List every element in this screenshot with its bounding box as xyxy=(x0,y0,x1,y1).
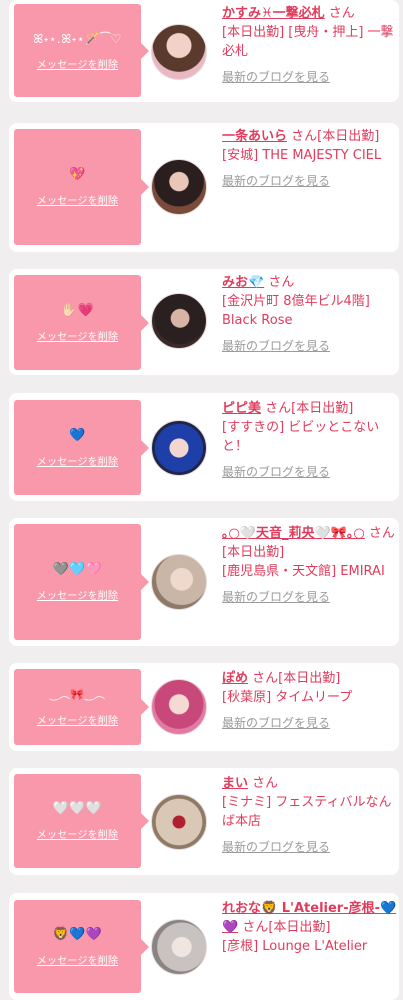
avatar[interactable] xyxy=(151,420,207,476)
shop-info: [秋葉原] タイムリープ xyxy=(222,690,353,705)
cast-name-link[interactable]: 一条あいら xyxy=(222,129,287,144)
message-bubble: 🦁💙💜 メッセージを削除 xyxy=(14,900,149,993)
message-card: 💙 メッセージを削除 ピピ美 さん[本日出勤] [すすきの] ビビッとこないと！… xyxy=(9,393,399,501)
message-bubble: 🤍🤍🤍 メッセージを削除 xyxy=(14,774,149,868)
message-bubble: 💙 メッセージを削除 xyxy=(14,400,149,495)
message-text: 💖 xyxy=(69,167,86,182)
message-bubble: 🩶🩵🩷 メッセージを削除 xyxy=(14,524,149,640)
latest-blog-link[interactable]: 最新のブログを見る xyxy=(222,172,398,191)
delete-message-link[interactable]: メッセージを削除 xyxy=(37,952,118,967)
delete-message-link[interactable]: メッセージを削除 xyxy=(37,192,118,207)
message-card: 🩶🩵🩷 メッセージを削除 ｡○🤍天音_莉央🤍🎀｡○ さん[本日出勤] [鹿児島県… xyxy=(9,518,399,646)
honorific: さん[本日出勤] xyxy=(252,671,341,686)
latest-blog-link[interactable]: 最新のブログを見る xyxy=(222,68,398,87)
message-card: 🤍🤍🤍 メッセージを削除 まい さん [ミナミ] フェスティバルなんば本店 最新… xyxy=(9,768,399,875)
latest-blog-link[interactable]: 最新のブログを見る xyxy=(222,463,398,482)
message-card: ꕤ˖⋆.ꕤ˖⋆🪄⁀♡ メッセージを削除 かすみ♓一撃必札 さん [本日出勤] [… xyxy=(9,0,399,102)
cast-name-link[interactable]: ピピ美 xyxy=(222,401,261,416)
message-card: 🦁💙💜 メッセージを削除 れおな🦁 L'Atelier-彦根-💙💜 さん[本日出… xyxy=(9,893,399,1000)
message-card: 💖 メッセージを削除 一条あいら さん[本日出勤] [安城] THE MAJES… xyxy=(9,123,399,252)
shop-info: [安城] THE MAJESTY CIEL xyxy=(222,148,382,163)
avatar[interactable] xyxy=(151,794,207,850)
avatar[interactable] xyxy=(151,293,207,349)
latest-blog-link[interactable]: 最新のブログを見る xyxy=(222,588,398,607)
cast-name-link[interactable]: ｡○🤍天音_莉央🤍🎀｡○ xyxy=(222,526,365,541)
card-info: れおな🦁 L'Atelier-彦根-💙💜 さん[本日出勤] [彦根] Loung… xyxy=(222,899,398,956)
message-text: ‿︵🎀‿︵ xyxy=(49,688,106,701)
message-card: ‿︵🎀‿︵ メッセージを削除 ぽめ さん[本日出勤] [秋葉原] タイムリープ … xyxy=(9,663,399,751)
latest-blog-link[interactable]: 最新のブログを見る xyxy=(222,337,398,356)
message-bubble: ꕤ˖⋆.ꕤ˖⋆🪄⁀♡ メッセージを削除 xyxy=(14,4,149,97)
delete-message-link[interactable]: メッセージを削除 xyxy=(37,712,118,727)
message-text: 🤍🤍🤍 xyxy=(52,801,103,816)
delete-message-link[interactable]: メッセージを削除 xyxy=(37,587,118,602)
card-info: ぽめ さん[本日出勤] [秋葉原] タイムリープ 最新のブログを見る xyxy=(222,669,398,733)
card-info: ピピ美 さん[本日出勤] [すすきの] ビビッとこないと！ 最新のブログを見る xyxy=(222,399,398,482)
shop-info: [ミナミ] フェスティバルなんば本店 xyxy=(222,795,392,829)
message-text: 🩶🩵🩷 xyxy=(52,562,103,577)
cast-name-link[interactable]: みお💎 xyxy=(222,275,264,290)
honorific: さん[本日出勤] xyxy=(291,129,380,144)
message-text: ꕤ˖⋆.ꕤ˖⋆🪄⁀♡ xyxy=(33,31,122,46)
message-text: 💙 xyxy=(69,427,86,443)
avatar[interactable] xyxy=(151,679,207,735)
delete-message-link[interactable]: メッセージを削除 xyxy=(37,453,118,468)
message-bubble: ‿︵🎀‿︵ メッセージを削除 xyxy=(14,669,149,745)
honorific: さん xyxy=(328,6,355,21)
honorific: さん xyxy=(268,275,295,290)
honorific: さん[本日出勤] xyxy=(265,401,354,416)
card-info: みお💎 さん [金沢片町 8億年ビル4階] Black Rose 最新のブログを… xyxy=(222,273,398,356)
message-text: 🦁💙💜 xyxy=(52,926,103,942)
card-info: かすみ♓一撃必札 さん [本日出勤] [曳舟・押上] 一撃必札 最新のブログを見… xyxy=(222,4,398,87)
honorific: さん xyxy=(252,776,279,791)
shop-info: [彦根] Lounge L'Atelier xyxy=(222,939,368,954)
shop-info: [本日出勤] [曳舟・押上] 一撃必札 xyxy=(222,25,394,59)
card-info: 一条あいら さん[本日出勤] [安城] THE MAJESTY CIEL 最新の… xyxy=(222,127,398,191)
cast-name-link[interactable]: かすみ♓一撃必札 xyxy=(222,6,325,21)
avatar[interactable] xyxy=(151,24,207,80)
message-bubble: 💖 メッセージを削除 xyxy=(14,129,149,245)
shop-info: [すすきの] ビビッとこないと！ xyxy=(222,420,380,454)
delete-message-link[interactable]: メッセージを削除 xyxy=(37,56,118,71)
cast-name-link[interactable]: まい xyxy=(222,776,248,791)
latest-blog-link[interactable]: 最新のブログを見る xyxy=(222,838,398,857)
shop-info: [金沢片町 8億年ビル4階] Black Rose xyxy=(222,294,370,328)
card-info: まい さん [ミナミ] フェスティバルなんば本店 最新のブログを見る xyxy=(222,774,398,857)
card-info: ｡○🤍天音_莉央🤍🎀｡○ さん[本日出勤] [鹿児島県・天文館] EMIRAI … xyxy=(222,524,398,607)
delete-message-link[interactable]: メッセージを削除 xyxy=(37,826,118,841)
message-text: ✋🏻💗 xyxy=(60,302,95,318)
avatar[interactable] xyxy=(151,554,207,610)
latest-blog-link[interactable]: 最新のブログを見る xyxy=(222,714,398,733)
avatar[interactable] xyxy=(151,919,207,975)
delete-message-link[interactable]: メッセージを削除 xyxy=(37,328,118,343)
message-card: ✋🏻💗 メッセージを削除 みお💎 さん [金沢片町 8億年ビル4階] Black… xyxy=(9,269,399,375)
honorific: さん[本日出勤] xyxy=(242,920,331,935)
cast-name-link[interactable]: ぽめ xyxy=(222,671,248,686)
avatar[interactable] xyxy=(151,159,207,215)
shop-info: [鹿児島県・天文館] EMIRAI xyxy=(222,564,385,579)
message-bubble: ✋🏻💗 メッセージを削除 xyxy=(14,275,149,370)
